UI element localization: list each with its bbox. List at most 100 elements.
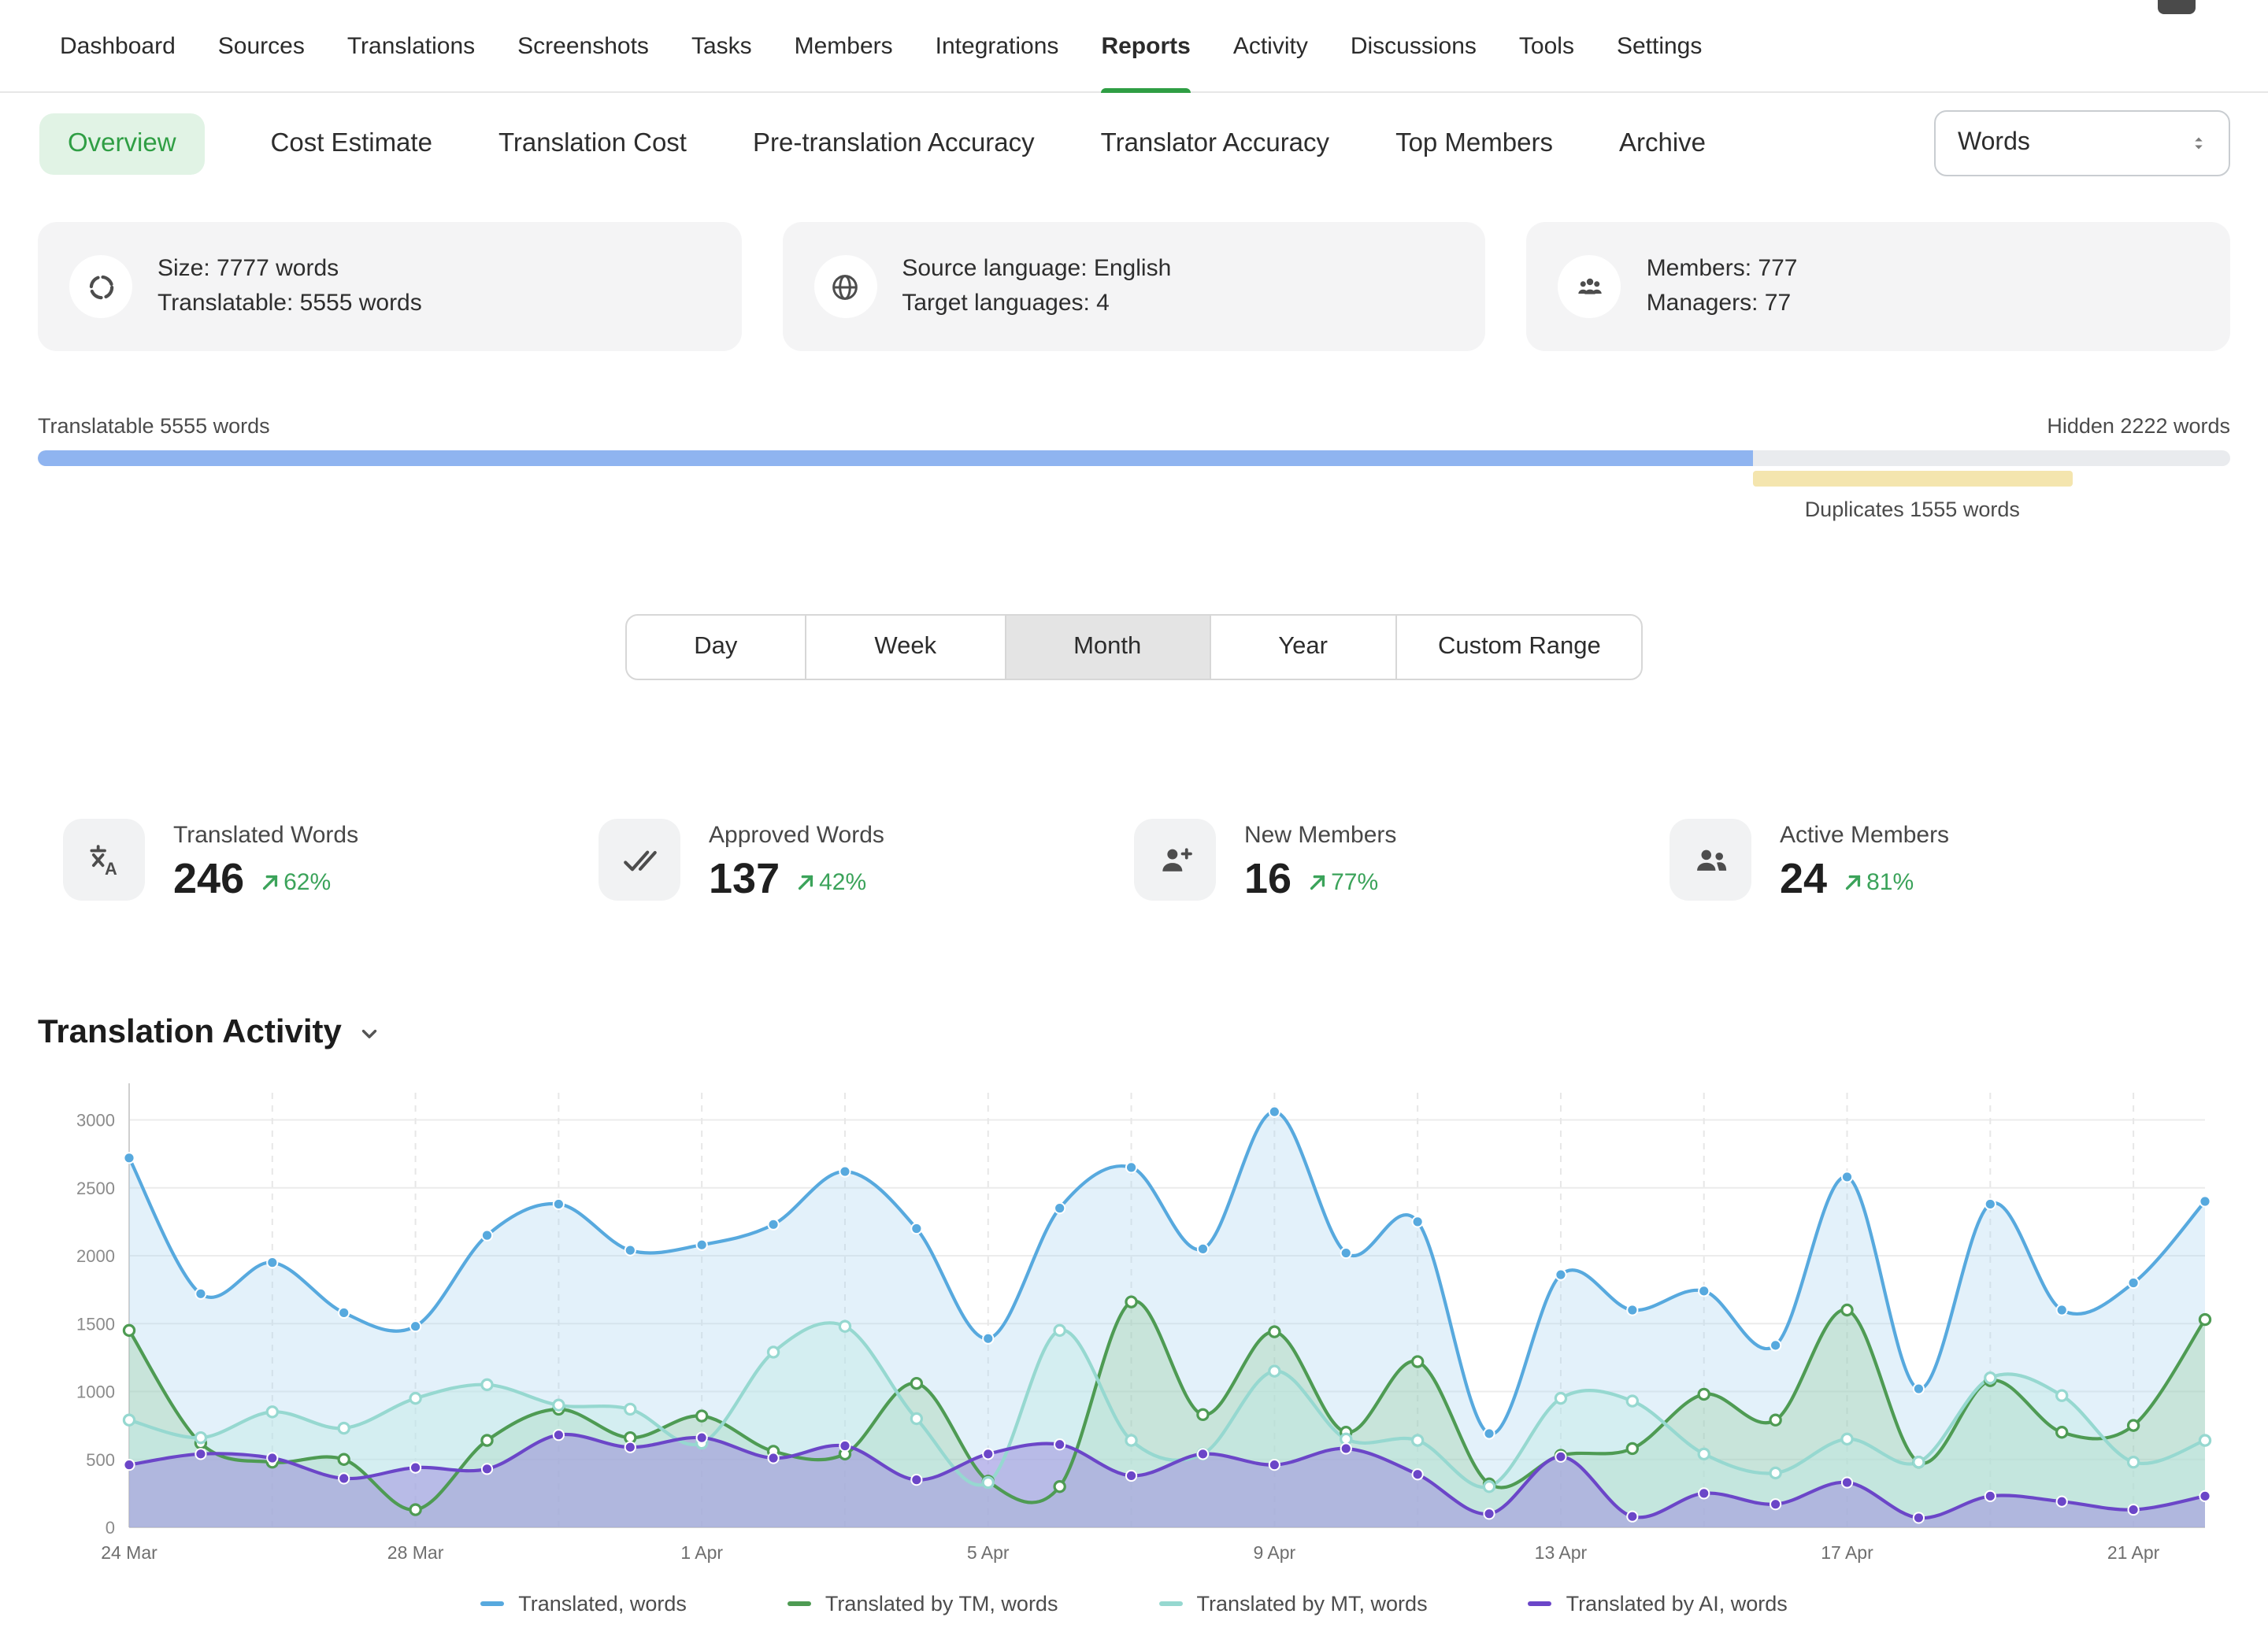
- nav-item-tasks[interactable]: Tasks: [691, 0, 752, 91]
- stat-value: 246: [173, 855, 244, 904]
- translate-icon: A: [63, 819, 145, 901]
- stat-label: Active Members: [1780, 822, 1949, 849]
- svg-text:5 Apr: 5 Apr: [967, 1542, 1010, 1563]
- size-line: Size: 7777 words: [158, 252, 422, 287]
- report-tabs: Overview Cost Estimate Translation Cost …: [0, 93, 2268, 194]
- range-option-day[interactable]: Day: [626, 616, 805, 679]
- range-option-custom[interactable]: Custom Range: [1395, 616, 1642, 679]
- select-updown-icon: [2188, 132, 2210, 154]
- chart-legend: Translated, words Translated by TM, words…: [38, 1592, 2230, 1616]
- members-line: Members: 777: [1647, 252, 1798, 287]
- summary-card-size: Size: 7777 words Translatable: 5555 word…: [38, 222, 741, 351]
- globe-icon: [813, 255, 876, 318]
- summary-cards: Size: 7777 words Translatable: 5555 word…: [38, 222, 2230, 351]
- page: Dashboard Sources Translations Screensho…: [0, 0, 2268, 1647]
- legend-item-2[interactable]: Translated by MT, words: [1158, 1592, 1427, 1616]
- managers-line: Managers: 77: [1647, 287, 1798, 321]
- tab-translation-cost[interactable]: Translation Cost: [498, 128, 687, 158]
- progress-track: [38, 450, 2230, 466]
- legend-label: Translated by TM, words: [825, 1592, 1058, 1616]
- stat-change: 62%: [284, 869, 331, 896]
- translatable-bar: [38, 450, 1752, 466]
- legend-item-3[interactable]: Translated by AI, words: [1529, 1592, 1788, 1616]
- tab-cost-estimate[interactable]: Cost Estimate: [271, 128, 432, 158]
- svg-text:1 Apr: 1 Apr: [680, 1542, 723, 1563]
- source-language-line: Source language: English: [902, 252, 1171, 287]
- stat-translated-words: A Translated Words 246 62%: [63, 819, 598, 904]
- nav-item-reports[interactable]: Reports: [1101, 0, 1190, 91]
- stat-label: Approved Words: [709, 822, 884, 849]
- svg-text:A: A: [104, 858, 117, 878]
- svg-text:2500: 2500: [76, 1179, 115, 1198]
- target-languages-line: Target languages: 4: [902, 287, 1171, 321]
- nav-item-settings[interactable]: Settings: [1617, 0, 1702, 91]
- range-option-year[interactable]: Year: [1209, 616, 1395, 679]
- duplicates-label: Duplicates 1555 words: [1752, 498, 2072, 521]
- svg-text:9 Apr: 9 Apr: [1253, 1542, 1295, 1563]
- range-option-month[interactable]: Month: [1004, 616, 1209, 679]
- stat-change: 81%: [1866, 869, 1914, 896]
- double-check-icon: [598, 819, 680, 901]
- duplicates-bar: [1752, 471, 2072, 487]
- unit-select-value: Words: [1958, 129, 2030, 157]
- legend-swatch: [480, 1602, 504, 1606]
- nav-item-dashboard[interactable]: Dashboard: [60, 0, 176, 91]
- unit-select[interactable]: Words: [1934, 110, 2230, 176]
- tab-archive[interactable]: Archive: [1619, 128, 1706, 158]
- top-navigation: Dashboard Sources Translations Screensho…: [0, 0, 2268, 93]
- svg-text:0: 0: [106, 1518, 115, 1538]
- tab-top-members[interactable]: Top Members: [1395, 128, 1553, 158]
- nav-item-activity[interactable]: Activity: [1233, 0, 1308, 91]
- svg-text:13 Apr: 13 Apr: [1535, 1542, 1588, 1563]
- activity-chart: 05001000150020002500300024 Mar28 Mar1 Ap…: [38, 1074, 2230, 1616]
- summary-card-languages: Source language: English Target language…: [782, 222, 1485, 351]
- activity-chart-svg[interactable]: 05001000150020002500300024 Mar28 Mar1 Ap…: [38, 1074, 2230, 1575]
- stats-row: A Translated Words 246 62% Approved Word…: [63, 819, 2205, 904]
- stat-new-members: New Members 16 77%: [1134, 819, 1670, 904]
- stat-value: 137: [709, 855, 780, 904]
- sync-icon: [69, 255, 132, 318]
- legend-swatch: [1529, 1602, 1552, 1606]
- svg-text:17 Apr: 17 Apr: [1821, 1542, 1873, 1563]
- range-selector: Day Week Month Year Custom Range: [624, 614, 1643, 680]
- trend-up-icon: [1307, 872, 1328, 893]
- nav-item-members[interactable]: Members: [795, 0, 893, 91]
- people-icon: [1670, 819, 1751, 901]
- stat-change: 42%: [819, 869, 866, 896]
- tab-pre-translation-accuracy[interactable]: Pre-translation Accuracy: [753, 128, 1035, 158]
- cutoff-toolbar-element[interactable]: [2158, 0, 2196, 14]
- chevron-down-icon[interactable]: [358, 1021, 381, 1045]
- svg-text:1000: 1000: [76, 1382, 115, 1402]
- nav-item-translations[interactable]: Translations: [347, 0, 475, 91]
- legend-swatch: [788, 1602, 811, 1606]
- stat-value: 24: [1780, 855, 1827, 904]
- svg-text:1500: 1500: [76, 1314, 115, 1334]
- activity-section-title: Translation Activity: [38, 1014, 342, 1052]
- person-add-icon: [1134, 819, 1216, 901]
- nav-item-discussions[interactable]: Discussions: [1351, 0, 1477, 91]
- nav-item-integrations[interactable]: Integrations: [936, 0, 1059, 91]
- translatable-line: Translatable: 5555 words: [158, 287, 422, 321]
- stat-label: New Members: [1244, 822, 1396, 849]
- svg-text:3000: 3000: [76, 1111, 115, 1131]
- legend-item-1[interactable]: Translated by TM, words: [788, 1592, 1058, 1616]
- trend-up-icon: [1843, 872, 1863, 893]
- svg-text:28 Mar: 28 Mar: [387, 1542, 444, 1563]
- trend-up-icon: [260, 872, 280, 893]
- legend-label: Translated by AI, words: [1566, 1592, 1788, 1616]
- svg-text:500: 500: [86, 1450, 115, 1470]
- nav-item-tools[interactable]: Tools: [1519, 0, 1574, 91]
- nav-item-screenshots[interactable]: Screenshots: [517, 0, 649, 91]
- words-progress: Translatable 5555 words Hidden 2222 word…: [38, 414, 2230, 526]
- range-option-week[interactable]: Week: [805, 616, 1004, 679]
- legend-item-0[interactable]: Translated, words: [480, 1592, 687, 1616]
- tab-overview[interactable]: Overview: [39, 113, 205, 174]
- tab-translator-accuracy[interactable]: Translator Accuracy: [1101, 128, 1329, 158]
- svg-text:24 Mar: 24 Mar: [101, 1542, 158, 1563]
- stat-value: 16: [1244, 855, 1292, 904]
- legend-label: Translated by MT, words: [1196, 1592, 1427, 1616]
- translatable-label: Translatable 5555 words: [38, 414, 270, 438]
- legend-label: Translated, words: [518, 1592, 687, 1616]
- stat-active-members: Active Members 24 81%: [1670, 819, 2205, 904]
- nav-item-sources[interactable]: Sources: [218, 0, 305, 91]
